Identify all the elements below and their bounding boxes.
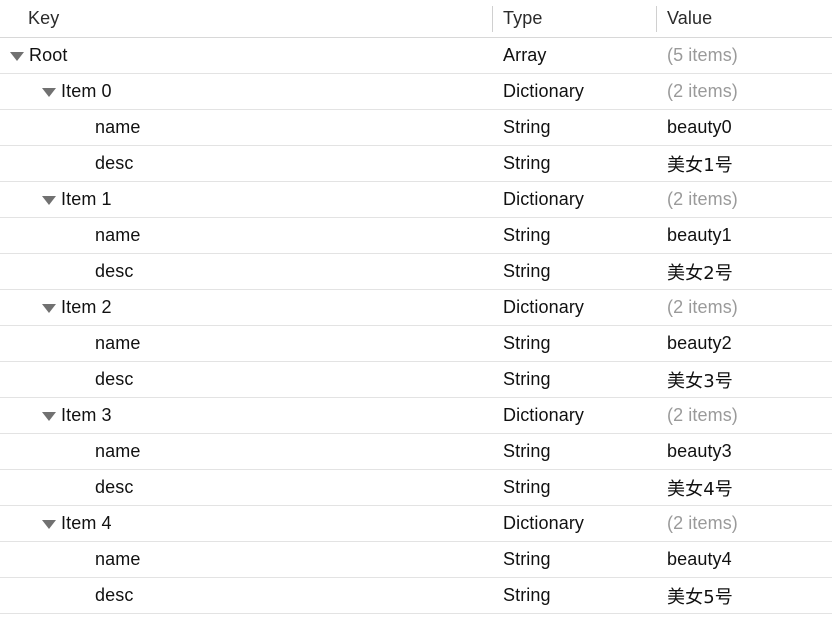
- row-type-cell[interactable]: String: [503, 146, 551, 181]
- row-value-cell[interactable]: (2 items): [667, 506, 738, 541]
- row-key-label: Item 0: [61, 81, 112, 101]
- row-type-cell[interactable]: Dictionary: [503, 74, 584, 109]
- table-row[interactable]: desc String 美女1号: [0, 146, 832, 182]
- row-value-cell[interactable]: 美女1号: [667, 146, 733, 181]
- row-key-label: name: [95, 441, 141, 461]
- row-key-cell[interactable]: Root: [0, 38, 67, 73]
- row-type-cell[interactable]: String: [503, 110, 551, 145]
- table-row[interactable]: desc String 美女5号: [0, 578, 832, 614]
- row-key-label: Item 4: [61, 513, 112, 533]
- table-row[interactable]: name String beauty4: [0, 542, 832, 578]
- row-key-label: name: [95, 333, 141, 353]
- row-key-cell[interactable]: Item 3: [0, 398, 112, 433]
- column-header-value[interactable]: Value: [667, 0, 712, 37]
- row-key-cell[interactable]: name: [0, 218, 140, 253]
- column-header-row: Key Type Value: [0, 0, 832, 38]
- table-row[interactable]: Item 1 Dictionary (2 items): [0, 182, 832, 218]
- row-value-cell[interactable]: 美女4号: [667, 470, 733, 505]
- column-divider-type-value[interactable]: [656, 6, 657, 32]
- row-key-label: name: [95, 117, 141, 137]
- row-key-cell[interactable]: desc: [0, 146, 133, 181]
- outline-rows: Root Array (5 items) Item 0 Dictionary (2 ite…: [0, 38, 832, 614]
- row-key-label: Item 1: [61, 189, 112, 209]
- row-key-label: name: [95, 225, 141, 245]
- row-key-label: Item 3: [61, 405, 112, 425]
- row-type-cell[interactable]: Dictionary: [503, 290, 584, 325]
- row-key-cell[interactable]: desc: [0, 578, 133, 613]
- row-key-cell[interactable]: Item 2: [0, 290, 112, 325]
- row-key-cell[interactable]: name: [0, 434, 140, 469]
- row-key-label: Root: [29, 45, 68, 65]
- row-value-cell[interactable]: 美女2号: [667, 254, 733, 289]
- row-key-cell[interactable]: desc: [0, 254, 133, 289]
- table-row[interactable]: name String beauty0: [0, 110, 832, 146]
- row-type-cell[interactable]: String: [503, 362, 551, 397]
- row-value-cell[interactable]: (5 items): [667, 38, 738, 73]
- row-value-cell[interactable]: beauty4: [667, 542, 732, 577]
- property-list-outline-view: Key Type Value Root Array (5 items) Item 0 D…: [0, 0, 832, 622]
- table-row[interactable]: Root Array (5 items): [0, 38, 832, 74]
- row-type-cell[interactable]: Dictionary: [503, 506, 584, 541]
- row-key-label: desc: [95, 153, 134, 173]
- row-type-cell[interactable]: String: [503, 578, 551, 613]
- row-value-cell[interactable]: beauty1: [667, 218, 732, 253]
- row-key-cell[interactable]: Item 1: [0, 182, 112, 217]
- row-key-label: desc: [95, 369, 134, 389]
- row-value-cell[interactable]: 美女3号: [667, 362, 733, 397]
- row-key-cell[interactable]: desc: [0, 362, 133, 397]
- row-value-cell[interactable]: 美女5号: [667, 578, 733, 613]
- table-row[interactable]: name String beauty3: [0, 434, 832, 470]
- row-key-cell[interactable]: name: [0, 542, 140, 577]
- row-key-label: desc: [95, 477, 134, 497]
- row-key-label: desc: [95, 261, 134, 281]
- row-value-cell[interactable]: (2 items): [667, 74, 738, 109]
- table-row[interactable]: desc String 美女2号: [0, 254, 832, 290]
- row-key-cell[interactable]: desc: [0, 470, 133, 505]
- row-value-cell[interactable]: (2 items): [667, 182, 738, 217]
- row-value-cell[interactable]: beauty0: [667, 110, 732, 145]
- row-key-cell[interactable]: Item 4: [0, 506, 112, 541]
- row-type-cell[interactable]: Array: [503, 38, 547, 73]
- row-key-label: desc: [95, 585, 134, 605]
- disclosure-triangle-expanded-icon[interactable]: [42, 520, 56, 529]
- table-row[interactable]: desc String 美女4号: [0, 470, 832, 506]
- row-type-cell[interactable]: String: [503, 434, 551, 469]
- column-divider-key-type[interactable]: [492, 6, 493, 32]
- row-type-cell[interactable]: String: [503, 254, 551, 289]
- column-header-key[interactable]: Key: [28, 0, 59, 37]
- disclosure-triangle-expanded-icon[interactable]: [10, 52, 24, 61]
- row-key-cell[interactable]: Item 0: [0, 74, 112, 109]
- row-value-cell[interactable]: beauty3: [667, 434, 732, 469]
- table-row[interactable]: name String beauty1: [0, 218, 832, 254]
- row-key-label: Item 2: [61, 297, 112, 317]
- table-row[interactable]: Item 3 Dictionary (2 items): [0, 398, 832, 434]
- row-key-label: name: [95, 549, 141, 569]
- disclosure-triangle-expanded-icon[interactable]: [42, 196, 56, 205]
- row-value-cell[interactable]: beauty2: [667, 326, 732, 361]
- row-type-cell[interactable]: String: [503, 542, 551, 577]
- disclosure-triangle-expanded-icon[interactable]: [42, 412, 56, 421]
- row-type-cell[interactable]: String: [503, 326, 551, 361]
- row-type-cell[interactable]: String: [503, 470, 551, 505]
- row-type-cell[interactable]: String: [503, 218, 551, 253]
- table-row[interactable]: desc String 美女3号: [0, 362, 832, 398]
- disclosure-triangle-expanded-icon[interactable]: [42, 88, 56, 97]
- disclosure-triangle-expanded-icon[interactable]: [42, 304, 56, 313]
- column-header-type[interactable]: Type: [503, 0, 542, 37]
- row-type-cell[interactable]: Dictionary: [503, 398, 584, 433]
- table-row[interactable]: name String beauty2: [0, 326, 832, 362]
- row-value-cell[interactable]: (2 items): [667, 398, 738, 433]
- table-row[interactable]: Item 2 Dictionary (2 items): [0, 290, 832, 326]
- row-key-cell[interactable]: name: [0, 326, 140, 361]
- table-row[interactable]: Item 4 Dictionary (2 items): [0, 506, 832, 542]
- row-value-cell[interactable]: (2 items): [667, 290, 738, 325]
- table-row[interactable]: Item 0 Dictionary (2 items): [0, 74, 832, 110]
- row-key-cell[interactable]: name: [0, 110, 140, 145]
- row-type-cell[interactable]: Dictionary: [503, 182, 584, 217]
